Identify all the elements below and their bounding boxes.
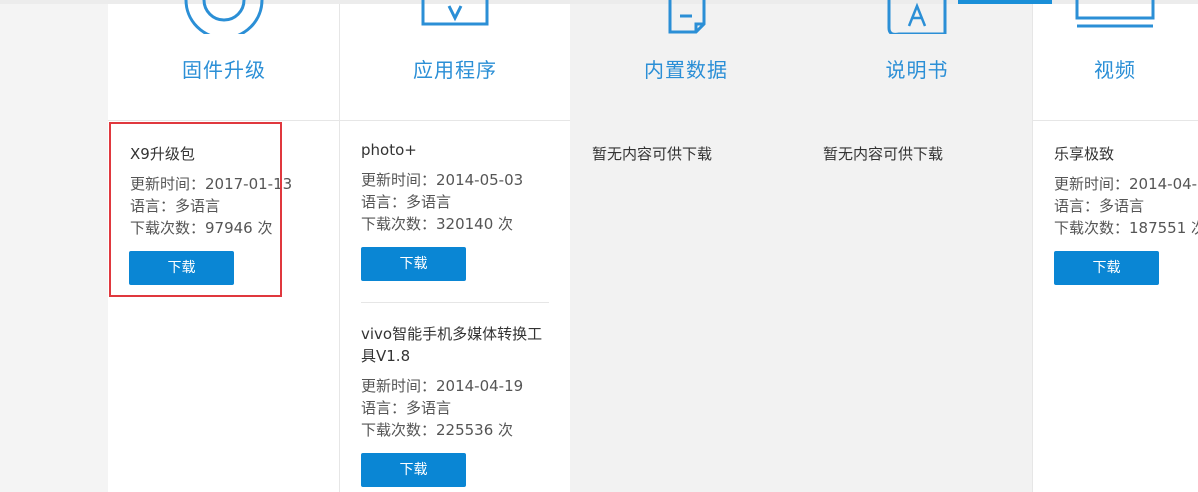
- manual-icon: [887, 0, 947, 34]
- app-item: vivo智能手机多媒体转换工具V1.8 更新时间：2014-04-19 语言：多…: [361, 323, 547, 487]
- category-builtin-data[interactable]: 内置数据: [570, 0, 802, 120]
- firmware-icon: [184, 0, 264, 34]
- category-title: 固件升级: [182, 58, 266, 82]
- header-divider: [108, 120, 570, 121]
- empty-message: 暂无内容可供下载: [823, 145, 944, 163]
- item-updated: 更新时间：2014-05-03: [361, 171, 524, 189]
- download-button[interactable]: 下载: [361, 247, 466, 281]
- download-button[interactable]: 下载: [1054, 251, 1159, 285]
- download-button[interactable]: 下载: [361, 453, 466, 487]
- manual-column: 说明书: [802, 0, 1032, 492]
- item-updated: 更新时间：2014-04-19: [361, 377, 524, 395]
- item-name: photo+: [361, 141, 417, 159]
- video-icon: [1075, 0, 1155, 28]
- item-downloads: 下载次数：225536 次: [361, 421, 514, 439]
- column-divider: [339, 4, 340, 492]
- item-updated: 更新时间：2014-04-1: [1054, 175, 1198, 193]
- column-divider: [1032, 4, 1033, 492]
- item-language: 语言：多语言: [361, 193, 452, 211]
- item-name: vivo智能手机多媒体转换工具V1.8: [361, 325, 543, 365]
- item-language: 语言：多语言: [1054, 197, 1145, 215]
- item-separator: [361, 302, 549, 303]
- category-title: 内置数据: [644, 58, 728, 82]
- app-icon: [421, 0, 489, 26]
- item-downloads: 下载次数：187551 次: [1054, 219, 1198, 237]
- video-item: 乐享极致 更新时间：2014-04-1 语言：多语言 下载次数：187551 次…: [1054, 143, 1198, 285]
- category-title: 应用程序: [413, 58, 497, 82]
- item-language: 语言：多语言: [361, 399, 452, 417]
- category-firmware[interactable]: 固件升级: [108, 0, 340, 120]
- category-apps[interactable]: 应用程序: [340, 0, 570, 120]
- app-item: photo+ 更新时间：2014-05-03 语言：多语言 下载次数：32014…: [361, 139, 523, 281]
- highlight-box: [109, 122, 282, 297]
- category-title: 视频: [1094, 58, 1136, 82]
- category-video[interactable]: 视频: [1032, 0, 1198, 120]
- builtin-data-column: 内置数据: [570, 0, 802, 492]
- item-name: 乐享极致: [1054, 145, 1115, 163]
- empty-message: 暂无内容可供下载: [592, 145, 713, 163]
- category-title: 说明书: [885, 58, 949, 82]
- header-divider: [1032, 120, 1198, 121]
- item-downloads: 下载次数：320140 次: [361, 215, 514, 233]
- data-icon: [668, 0, 706, 34]
- category-manual[interactable]: 说明书: [802, 0, 1032, 120]
